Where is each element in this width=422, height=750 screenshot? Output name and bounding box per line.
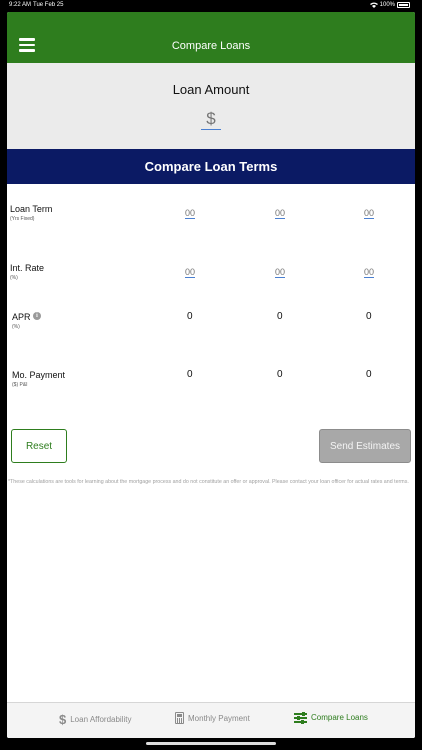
status-bar: 9:22 AM Tue Feb 25 100% (0, 0, 422, 12)
tab-loan-affordability-label: Loan Affordability (70, 715, 132, 724)
int-rate-input-2[interactable] (275, 267, 285, 278)
mo-payment-sublabel: ($) P&I (12, 382, 28, 388)
home-indicator[interactable] (146, 742, 276, 745)
status-right: 100% (369, 2, 410, 8)
loan-amount-section: Loan Amount (7, 63, 415, 149)
calculator-icon (175, 712, 184, 724)
mo-payment-value-1: 0 (187, 369, 193, 380)
status-time: 9:22 AM (9, 2, 32, 8)
apr-info-icon[interactable]: i (33, 312, 41, 320)
loan-amount-label: Loan Amount (172, 82, 250, 97)
tab-loan-affordability[interactable]: $ Loan Affordability (59, 712, 131, 727)
apr-sublabel: (%) (12, 324, 20, 330)
loan-term-input-1[interactable] (185, 208, 195, 219)
loan-term-label-text: Loan Term (10, 204, 53, 214)
tab-monthly-payment[interactable]: Monthly Payment (175, 712, 250, 724)
screen: 9:22 AM Tue Feb 25 100% Compare Loans Lo… (0, 0, 422, 750)
page-title: Compare Loans (171, 40, 251, 52)
send-estimates-button[interactable]: Send Estimates (319, 429, 411, 463)
int-rate-input-1[interactable] (185, 267, 195, 278)
loan-term-input-3[interactable] (364, 208, 374, 219)
tab-compare-loans[interactable]: Compare Loans (294, 712, 368, 724)
tab-monthly-payment-label: Monthly Payment (188, 713, 250, 723)
mo-payment-value-3: 0 (366, 369, 372, 380)
compare-loan-terms-banner: Compare Loan Terms (7, 149, 415, 184)
tab-compare-loans-label: Compare Loans (311, 713, 368, 722)
battery-percent: 100% (379, 2, 395, 8)
apr-label: APR (%) (12, 312, 31, 330)
dollar-icon: $ (59, 712, 67, 727)
int-rate-sublabel: (%) (10, 275, 18, 281)
apr-value-1: 0 (187, 311, 193, 322)
loan-term-sublabel: (Yrs Fixed) (10, 216, 35, 222)
int-rate-input-3[interactable] (364, 267, 374, 278)
battery-icon (397, 2, 410, 8)
status-date: Tue Feb 25 (33, 2, 64, 8)
apr-value-3: 0 (366, 311, 372, 322)
int-rate-label: Int. Rate (%) (10, 263, 44, 281)
sliders-icon (294, 712, 307, 724)
loan-term-input-2[interactable] (275, 208, 285, 219)
app-window: Compare Loans Loan Amount Compare Loan T… (7, 12, 415, 738)
mo-payment-label: Mo. Payment ($) P&I (12, 370, 65, 388)
wifi-icon (369, 2, 378, 8)
loan-term-label: Loan Term (Yrs Fixed) (10, 204, 52, 222)
apr-value-2: 0 (277, 311, 283, 322)
mo-payment-label-text: Mo. Payment (12, 370, 66, 380)
int-rate-label-text: Int. Rate (10, 263, 45, 273)
apr-label-text: APR (12, 312, 31, 322)
mo-payment-value-2: 0 (277, 369, 283, 380)
disclaimer-text: *These calculations are tools for learni… (8, 479, 409, 485)
header: Compare Loans (7, 12, 415, 63)
reset-button[interactable]: Reset (11, 429, 67, 463)
loan-amount-input[interactable] (201, 108, 221, 130)
tab-bar: $ Loan Affordability Monthly Payment Com… (7, 702, 415, 738)
